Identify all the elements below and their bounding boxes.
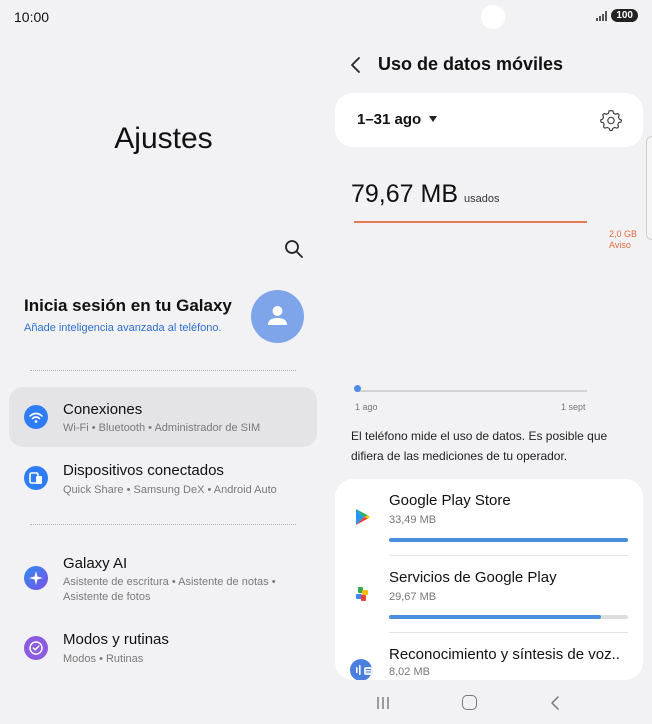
usage-unit: usados — [464, 193, 500, 205]
usage-timeline — [355, 390, 587, 392]
app-name: Google Play Store — [389, 492, 511, 509]
app-usage-fill — [389, 538, 628, 542]
usage-value: 79,67 MB — [351, 180, 459, 208]
page-title: Ajustes — [114, 122, 213, 155]
sparkle-icon — [24, 566, 48, 590]
warning-text: Aviso — [609, 240, 631, 250]
app-row-play-services[interactable]: Servicios de Google Play 29,67 MB — [335, 556, 643, 633]
devices-icon — [24, 466, 48, 490]
check-circle-icon — [24, 636, 48, 660]
date-range-select[interactable]: 1–31 ago — [357, 111, 421, 128]
warning-line — [354, 221, 587, 223]
battery-icon: 100 — [611, 9, 638, 22]
back-icon[interactable] — [549, 695, 561, 711]
status-icons: 100 — [596, 9, 638, 22]
data-usage-pane: Uso de datos móviles 1–31 ago 79,67 MB u… — [333, 34, 652, 724]
camera-cutout — [481, 5, 505, 29]
warning-label: 2,0 GB Aviso — [609, 229, 637, 251]
app-size: 33,49 MB — [389, 514, 437, 526]
app-usage-fill — [389, 615, 601, 619]
recents-icon[interactable] — [376, 696, 390, 710]
menu-item-galaxy-ai[interactable]: Galaxy AI Asistente de escritura • Asist… — [9, 544, 317, 612]
app-usage-list: Google Play Store 33,49 MB Servicios de … — [335, 479, 643, 680]
menu-item-title: Dispositivos conectados — [63, 462, 224, 479]
warning-amount: 2,0 GB — [609, 229, 638, 239]
app-size: 29,67 MB — [389, 591, 437, 603]
home-icon[interactable] — [462, 695, 477, 710]
signal-icon — [596, 10, 608, 21]
menu-item-title: Conexiones — [63, 401, 143, 418]
dropdown-arrow-icon[interactable] — [429, 116, 437, 122]
app-name: Servicios de Google Play — [389, 569, 557, 586]
menu-item-connected-devices[interactable]: Dispositivos conectados Quick Share • Sa… — [9, 448, 317, 508]
timeline-end: 1 sept — [561, 402, 586, 412]
speech-icon — [350, 659, 373, 680]
usage-note: El teléfono mide el uso de datos. Es pos… — [351, 429, 608, 463]
menu-item-subtitle: Modos • Rutinas — [63, 653, 144, 665]
account-subtitle: Añade inteligencia avanzada al teléfono. — [24, 322, 222, 334]
app-size: 8,02 MB — [389, 666, 430, 678]
app-name: Reconocimiento y síntesis de voz.. — [389, 646, 620, 663]
app-usage-bar — [389, 615, 628, 619]
account-signin[interactable]: Inicia sesión en tu Galaxy Añade intelig… — [24, 296, 232, 334]
app-row-speech[interactable]: Reconocimiento y síntesis de voz.. 8,02 … — [335, 633, 643, 680]
settings-pane: Ajustes Inicia sesión en tu Galaxy Añade… — [0, 34, 327, 724]
date-range-card: 1–31 ago — [335, 93, 643, 147]
play-services-icon — [356, 587, 368, 601]
gear-icon[interactable] — [599, 108, 623, 132]
menu-item-connections[interactable]: Conexiones Wi-Fi • Bluetooth • Administr… — [9, 387, 317, 447]
menu-item-title: Galaxy AI — [63, 555, 128, 572]
timeline-marker — [354, 385, 361, 392]
menu-item-subtitle: Asistente de escritura • Asistente de no… — [63, 576, 276, 603]
divider — [30, 524, 296, 525]
navigation-bar — [333, 690, 652, 724]
play-store-icon — [356, 509, 370, 525]
back-arrow-icon[interactable] — [349, 56, 363, 74]
status-bar: 10:00 100 — [0, 0, 652, 34]
app-usage-bar — [389, 538, 628, 542]
search-icon[interactable] — [284, 239, 304, 259]
status-time: 10:00 — [14, 9, 50, 25]
menu-item-modes-routines[interactable]: Modos y rutinas Modos • Rutinas — [9, 620, 317, 680]
timeline-start: 1 ago — [355, 402, 378, 412]
wifi-icon — [24, 405, 48, 429]
avatar[interactable] — [251, 290, 304, 343]
page-title: Uso de datos móviles — [378, 54, 564, 74]
edge-panel-handle[interactable] — [646, 136, 652, 240]
menu-item-subtitle: Wi-Fi • Bluetooth • Administrador de SIM — [63, 422, 261, 434]
menu-item-title: Modos y rutinas — [63, 631, 169, 648]
account-title: Inicia sesión en tu Galaxy — [24, 296, 232, 315]
app-row-play-store[interactable]: Google Play Store 33,49 MB — [335, 479, 643, 556]
person-icon — [268, 306, 287, 325]
menu-item-subtitle: Quick Share • Samsung DeX • Android Auto — [63, 484, 277, 496]
divider — [30, 370, 296, 371]
